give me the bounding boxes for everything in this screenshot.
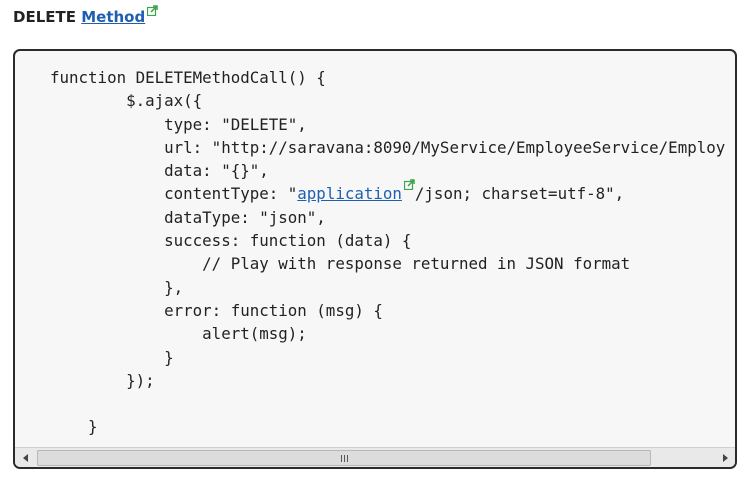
scroll-right-arrow-icon[interactable] <box>716 448 733 467</box>
external-link-icon[interactable] <box>147 5 158 16</box>
code-text: contentType: " <box>50 184 298 204</box>
code-line: }); <box>50 370 155 390</box>
code-line: } <box>50 347 174 367</box>
code-line: dataType: "json", <box>50 207 326 227</box>
code-line: }, <box>50 277 184 297</box>
scrollbar-thumb[interactable] <box>37 450 651 466</box>
grip-icon <box>340 454 348 462</box>
method-link[interactable]: Method <box>81 8 145 26</box>
section-heading: DELETE Method <box>13 5 158 26</box>
code-line-content-type: contentType: "application/json; charset=… <box>50 179 725 205</box>
code-line: success: function (data) { <box>50 231 412 251</box>
code-line: } <box>50 417 98 437</box>
code-line: // Play with response returned in JSON f… <box>50 254 631 274</box>
scroll-left-arrow-icon[interactable] <box>17 448 34 467</box>
code-line: url: "http://saravana:8090/MyService/Emp… <box>50 137 726 157</box>
code-line: error: function (msg) { <box>50 300 383 320</box>
heading-prefix: DELETE <box>13 8 76 26</box>
code-content: function DELETEMethodCall() { $.ajax({ t… <box>50 66 725 439</box>
code-line: type: "DELETE", <box>50 114 307 134</box>
external-link-icon[interactable] <box>403 179 415 191</box>
application-link[interactable]: application <box>297 184 402 203</box>
code-line: data: "{}", <box>50 161 269 181</box>
code-line: function DELETEMethodCall() { <box>50 68 326 87</box>
code-line: $.ajax({ <box>50 91 203 111</box>
code-text: /json; charset=utf-8", <box>414 184 625 204</box>
code-line: alert(msg); <box>50 324 307 344</box>
code-block: function DELETEMethodCall() { $.ajax({ t… <box>13 49 737 469</box>
horizontal-scrollbar[interactable] <box>15 447 735 467</box>
